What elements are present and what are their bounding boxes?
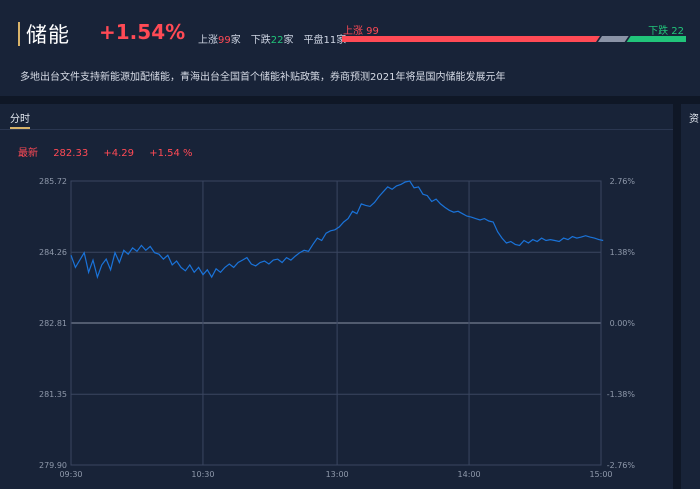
x-tick: 10:30 xyxy=(191,470,214,479)
x-tick: 13:00 xyxy=(326,470,349,479)
y-tick-right: -2.76% xyxy=(607,461,636,470)
x-tick: 15:00 xyxy=(589,470,612,479)
chart-grid xyxy=(70,180,602,466)
y-tick-left: 281.35 xyxy=(39,390,67,399)
y-axis-right: 2.76% 1.38% 0.00% -1.38% -2.76% xyxy=(607,177,636,470)
y-tick-right: 2.76% xyxy=(610,177,636,186)
y-tick-left: 282.81 xyxy=(39,319,67,328)
y-tick-right: 0.00% xyxy=(610,319,636,328)
y-tick-left: 279.90 xyxy=(39,461,67,470)
x-tick: 09:30 xyxy=(59,470,82,479)
y-tick-right: -1.38% xyxy=(607,390,636,399)
y-tick-left: 285.72 xyxy=(39,177,67,186)
y-axis-left: 285.72 284.26 282.81 281.35 279.90 xyxy=(39,177,67,470)
x-axis: 09:30 10:30 13:00 14:00 15:00 xyxy=(59,470,612,479)
y-tick-left: 284.26 xyxy=(39,248,67,257)
intraday-chart: 285.72 284.26 282.81 281.35 279.90 2.76% 1.38… xyxy=(39,177,636,479)
y-tick-right: 1.38% xyxy=(610,248,636,257)
x-tick: 14:00 xyxy=(458,470,481,479)
